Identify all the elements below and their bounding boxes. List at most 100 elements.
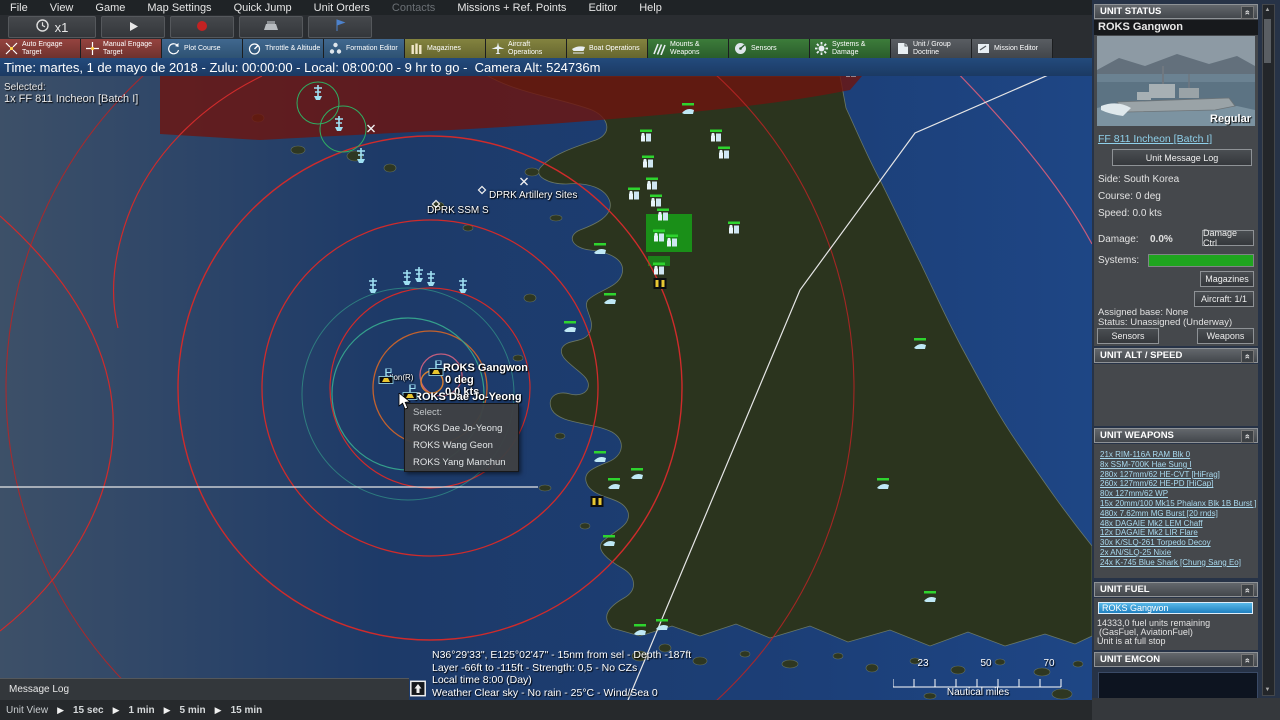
weapon-link-48x-dagaie-mk2-lem-chaff[interactable]: 48x DAGAIE Mk2 LEM Chaff: [1100, 519, 1257, 529]
weapon-link-2x-an-slq-25-nixie[interactable]: 2x AN/SLQ-25 Nixie: [1100, 548, 1257, 558]
toolbar-manual-engage-target[interactable]: Manual Engage Target: [81, 39, 162, 58]
unit-alt-speed-header[interactable]: UNIT ALT / SPEED «: [1094, 348, 1258, 363]
toolbar-button-label: Mounts & Weapons: [670, 41, 700, 56]
unit-view-label[interactable]: Unit View: [6, 705, 48, 716]
record-button[interactable]: [170, 16, 234, 38]
toolbar-button-label: Aircraft Operations: [508, 41, 543, 56]
selection-readout: Selected: 1x FF 811 Incheon [Batch I]: [4, 82, 138, 105]
toolbar-sensors[interactable]: Sensors: [729, 39, 810, 58]
status-line: Local time 8:00 (Day): [432, 674, 532, 686]
unit-emcon-panel: [1098, 672, 1258, 700]
sidebar-footer: [1092, 698, 1280, 720]
menu-game[interactable]: Game: [95, 2, 125, 14]
unit-weapons-header[interactable]: UNIT WEAPONS «: [1094, 428, 1258, 443]
context-menu-item-roks-wang-geon[interactable]: ROKS Wang Geon: [405, 437, 518, 454]
map-status-readout: N36°29'33", E125°02'47" - 15nm from sel …: [432, 649, 691, 699]
menu-quick-jump[interactable]: Quick Jump: [234, 2, 292, 14]
toolbar-plot-course[interactable]: Plot Course: [162, 39, 243, 58]
damage-ctrl-button[interactable]: Damage Ctrl: [1202, 228, 1254, 248]
weapon-link-80x-127mm-62-wp[interactable]: 80x 127mm/62 WP: [1100, 489, 1257, 499]
play-interval-icon[interactable]: ▶: [164, 705, 171, 716]
magazines-icon: [409, 41, 424, 56]
weapon-link-12x-dagaie-mk2-lir-flare[interactable]: 12x DAGAIE Mk2 LIR Flare: [1100, 528, 1257, 538]
collapse-chevron-icon[interactable]: «: [1241, 654, 1254, 667]
time-step-15-min[interactable]: 15 min: [231, 705, 263, 716]
collapse-chevron-icon[interactable]: «: [1241, 350, 1254, 363]
menu-missions-ref-points[interactable]: Missions + Ref. Points: [457, 2, 566, 14]
message-log-bar[interactable]: Message Log: [0, 678, 409, 700]
unit-message-log-button[interactable]: Unit Message Log: [1112, 149, 1252, 166]
weapon-link-30x-k-slq-261-torpedo-decoy[interactable]: 30x K/SLQ-261 Torpedo Decoy: [1100, 538, 1257, 548]
menu-contacts[interactable]: Contacts: [392, 2, 435, 14]
unit-fuel-header[interactable]: UNIT FUEL «: [1094, 582, 1258, 597]
menu-map-settings[interactable]: Map Settings: [147, 2, 211, 14]
menu-bar: File View Game Map Settings Quick Jump Unit O…: [0, 0, 1092, 15]
bookmark-button[interactable]: [308, 16, 372, 38]
toolbar-mounts-weapons[interactable]: Mounts & Weapons: [648, 39, 729, 58]
unit-weapons-panel: 21x RIM-116A RAM Blk 0 8x SSM-700K Hae Su…: [1094, 444, 1258, 578]
context-menu-item-roks-dae-jo-yeong[interactable]: ROKS Dae Jo-Yeong: [405, 420, 518, 437]
time-step-1-min[interactable]: 1 min: [129, 705, 155, 716]
selected-label: Selected:: [4, 82, 46, 93]
menu-editor[interactable]: Editor: [588, 2, 617, 14]
menu-unit-orders[interactable]: Unit Orders: [314, 2, 370, 14]
weapons-button[interactable]: Weapons: [1197, 328, 1254, 344]
map-view[interactable]: [0, 76, 1092, 700]
play-interval-icon[interactable]: ▶: [215, 705, 222, 716]
unit-emcon-title: UNIT EMCON: [1100, 654, 1161, 665]
sidebar-scrollbar[interactable]: ▲ ▼: [1262, 4, 1275, 696]
toolbar-boat-operations[interactable]: Boat Operations: [567, 39, 648, 58]
mounts-icon: [652, 41, 667, 56]
unit-class-link[interactable]: FF 811 Incheon [Batch I]: [1098, 133, 1212, 145]
scroll-up-icon[interactable]: ▲: [1263, 7, 1272, 13]
weapon-link-21x-rim-116a-ram-blk-0[interactable]: 21x RIM-116A RAM Blk 0: [1100, 450, 1257, 460]
toolbar-throttle-altitude[interactable]: Throttle & Altitude: [243, 39, 324, 58]
camera-view-button[interactable]: [239, 16, 303, 38]
sensors-button[interactable]: Sensors: [1097, 328, 1159, 344]
toolbar-systems-damage[interactable]: Systems & Damage: [810, 39, 891, 58]
context-menu-item-roks-yang-manchun[interactable]: ROKS Yang Manchun: [405, 454, 518, 471]
toolbar-unit-group-doctrine[interactable]: Unit / Group Doctrine: [891, 39, 972, 58]
scroll-down-icon[interactable]: ▼: [1263, 687, 1272, 693]
collapse-chevron-icon[interactable]: «: [1241, 584, 1254, 597]
time-step-15-sec[interactable]: 15 sec: [73, 705, 104, 716]
play-button[interactable]: [101, 16, 165, 38]
magazines-button[interactable]: Magazines: [1200, 271, 1254, 287]
time-step-5-min[interactable]: 5 min: [180, 705, 206, 716]
weapon-link-480x-7-62mm-mg-burst-20-rnds[interactable]: 480x 7.62mm MG Burst [20 rnds]: [1100, 509, 1257, 519]
fuel-selected-unit[interactable]: ROKS Gangwon: [1098, 602, 1253, 614]
weapon-link-15x-20mm-100-mk15-phalanx-blk-[interactable]: 15x 20mm/100 Mk15 Phalanx Blk 1B Burst ]: [1100, 499, 1257, 509]
weapon-link-260x-127mm-62-he-pd-hicap[interactable]: 260x 127mm/62 HE-PD [HiCap]: [1100, 479, 1257, 489]
menu-help[interactable]: Help: [639, 2, 662, 14]
scrollbar-thumb[interactable]: [1264, 19, 1271, 63]
play-interval-icon[interactable]: ▶: [113, 705, 120, 716]
toolbar-mission-editor[interactable]: Mission Editor: [972, 39, 1053, 58]
unit-emcon-header[interactable]: UNIT EMCON «: [1094, 652, 1258, 667]
doctrine-icon: [895, 41, 910, 56]
collapse-chevron-icon[interactable]: «: [1241, 430, 1254, 443]
play-interval-icon[interactable]: ▶: [57, 705, 64, 716]
toolbar-magazines[interactable]: Magazines: [405, 39, 486, 58]
unit-status-header[interactable]: UNIT STATUS «: [1094, 4, 1258, 19]
unit-photo: Regular: [1097, 36, 1255, 126]
scale-tick-label: 50: [980, 658, 992, 669]
side-line: Side: South Korea: [1098, 174, 1180, 185]
weapon-link-8x-ssm-700k-hae-sung-i[interactable]: 8x SSM-700K Hae Sung I: [1100, 460, 1257, 470]
menu-file[interactable]: File: [10, 2, 28, 14]
manual-engage-icon: [85, 41, 100, 56]
mouse-cursor: [398, 393, 412, 410]
toolbar-auto-engage-target[interactable]: Auto Engage Target: [0, 39, 81, 58]
menu-view[interactable]: View: [50, 2, 74, 14]
collapse-chevron-icon[interactable]: «: [1241, 6, 1254, 19]
message-log-label: Message Log: [9, 684, 70, 695]
clock-icon: [35, 19, 49, 35]
weapon-link-280x-127mm-62-he-cvt-hifrag[interactable]: 280x 127mm/62 HE-CVT [HiFrag]: [1100, 470, 1257, 480]
scale-tick-label: 70: [1043, 658, 1055, 669]
toolbar-aircraft-operations[interactable]: Aircraft Operations: [486, 39, 567, 58]
play-icon: [128, 20, 139, 35]
time-compression-button[interactable]: x1: [8, 16, 96, 38]
aircraft-button[interactable]: Aircraft: 1/1: [1194, 291, 1254, 307]
weapon-link-24x-k-745-blue-shark-chung-san[interactable]: 24x K-745 Blue Shark [Chung Sang Eo]: [1100, 558, 1257, 568]
toolbar-formation-editor[interactable]: Formation Editor: [324, 39, 405, 58]
main-toolbar: Auto Engage Target Manual Engage Target Pl…: [0, 39, 1092, 58]
